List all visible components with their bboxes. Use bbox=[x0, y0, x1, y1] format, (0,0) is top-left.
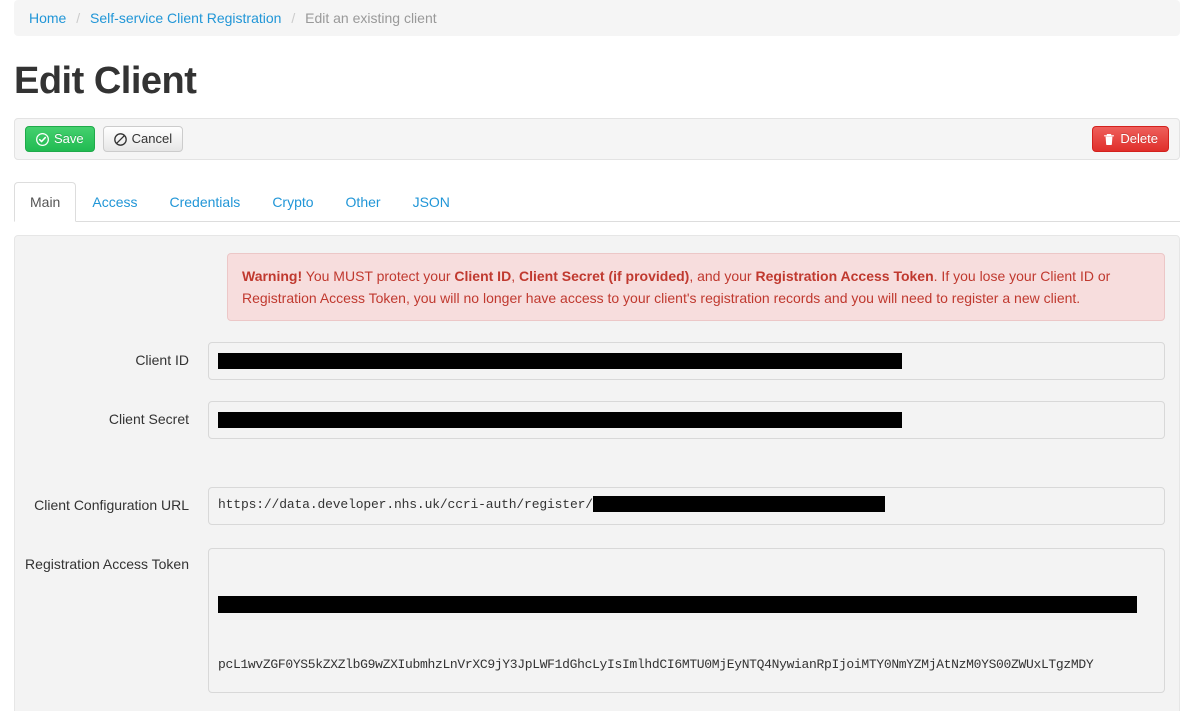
client-id-input[interactable] bbox=[208, 342, 1165, 380]
client-configuration-url-input[interactable]: https://data.developer.nhs.uk/ccri-auth/… bbox=[208, 487, 1165, 525]
delete-button[interactable]: Delete bbox=[1092, 126, 1169, 152]
form-row-client-id: Client ID bbox=[15, 342, 1179, 380]
breadcrumb-link-home[interactable]: Home bbox=[29, 10, 66, 26]
client-secret-label: Client Secret bbox=[108, 411, 189, 427]
breadcrumb-separator: / bbox=[76, 10, 81, 26]
tab-credentials[interactable]: Credentials bbox=[153, 182, 256, 222]
ban-icon bbox=[113, 132, 127, 146]
main-tab-panel: Warning! You MUST protect your Client ID… bbox=[14, 235, 1180, 711]
client-configuration-url-redaction-bar bbox=[592, 495, 885, 512]
save-button[interactable]: Save bbox=[25, 126, 95, 152]
client-configuration-url-value: https://data.developer.nhs.uk/ccri-auth/… bbox=[218, 497, 593, 512]
client-id-redaction-bar bbox=[218, 353, 902, 370]
breadcrumb-separator: / bbox=[291, 10, 296, 26]
warning-alert-bold-client-secret: Client Secret (if provided) bbox=[518, 268, 690, 284]
client-secret-input[interactable] bbox=[208, 401, 1165, 439]
client-configuration-url-field-wrap: https://data.developer.nhs.uk/ccri-auth/… bbox=[208, 487, 1165, 525]
registration-access-token-redaction-bar bbox=[218, 596, 1137, 613]
tab-crypto[interactable]: Crypto bbox=[256, 182, 329, 222]
breadcrumb: Home / Self-service Client Registration … bbox=[14, 0, 1180, 36]
registration-access-token-label: Registration Access Token bbox=[25, 556, 189, 572]
tab-main[interactable]: Main bbox=[14, 182, 77, 222]
tab-other[interactable]: Other bbox=[330, 182, 397, 222]
warning-alert-text-1: You MUST protect your bbox=[302, 268, 455, 284]
warning-alert-bold-client-id: Client ID bbox=[454, 268, 512, 284]
tab-bar: Main Access Credentials Crypto Other JSO… bbox=[14, 182, 1180, 222]
client-id-label: Client ID bbox=[135, 352, 189, 368]
client-configuration-url-label: Client Configuration URL bbox=[34, 497, 189, 513]
form-row-registration-access-token: Registration Access Token pcL1wvZGF0YS5k… bbox=[15, 548, 1179, 693]
warning-alert-text-2: , bbox=[511, 268, 519, 284]
tab-json[interactable]: JSON bbox=[397, 182, 466, 222]
breadcrumb-link-self-service-client-registration[interactable]: Self-service Client Registration bbox=[90, 10, 281, 26]
client-id-field-wrap bbox=[208, 342, 1165, 380]
breadcrumb-current: Edit an existing client bbox=[305, 10, 437, 26]
registration-access-token-field-wrap: pcL1wvZGF0YS5kZXZlbG9wZXIubmhzLnVrXC9jY3… bbox=[208, 548, 1165, 693]
action-toolbar: Save Cancel Delete bbox=[14, 118, 1180, 160]
registration-access-token-line-2: pcL1wvZGF0YS5kZXZlbG9wZXIubmhzLnVrXC9jY3… bbox=[218, 657, 1094, 672]
registration-access-token-textarea[interactable]: pcL1wvZGF0YS5kZXZlbG9wZXIubmhzLnVrXC9jY3… bbox=[208, 548, 1165, 693]
trash-icon bbox=[1103, 133, 1115, 146]
form-row-client-secret: Client Secret bbox=[15, 401, 1179, 439]
form-row-client-configuration-url: Client Configuration URL https://data.de… bbox=[15, 487, 1179, 525]
check-circle-icon bbox=[36, 132, 49, 146]
warning-alert-text-3: , and your bbox=[689, 268, 756, 284]
page-title: Edit Client bbox=[14, 60, 197, 102]
warning-alert-prefix: Warning! bbox=[242, 268, 303, 284]
cancel-button[interactable]: Cancel bbox=[102, 126, 184, 152]
save-button-label: Save bbox=[54, 131, 84, 146]
tab-access[interactable]: Access bbox=[76, 182, 153, 222]
client-secret-redaction-bar bbox=[218, 412, 902, 429]
client-secret-field-wrap bbox=[208, 401, 1165, 439]
cancel-button-label: Cancel bbox=[131, 131, 173, 146]
warning-alert-bold-registration-access-token: Registration Access Token bbox=[755, 268, 934, 284]
delete-button-label: Delete bbox=[1120, 131, 1158, 146]
warning-alert: Warning! You MUST protect your Client ID… bbox=[227, 253, 1165, 321]
